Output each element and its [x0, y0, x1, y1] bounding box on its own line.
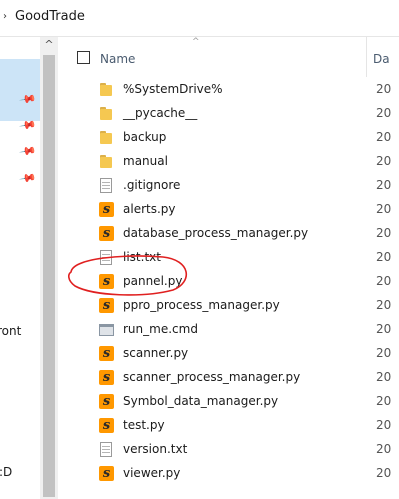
file-row[interactable]: s ppro_process_manager.py 20 — [58, 294, 399, 318]
file-date: 20 — [376, 298, 392, 312]
nav-scrollbar[interactable]: ^ — [40, 37, 58, 499]
file-row[interactable]: __pycache__ 20 — [58, 102, 399, 126]
file-name: .gitignore — [123, 178, 181, 192]
file-row[interactable]: %SystemDrive% 20 — [58, 78, 399, 102]
scroll-up-arrow-icon[interactable]: ^ — [40, 37, 58, 53]
breadcrumb-folder[interactable]: GoodTrade — [15, 9, 85, 24]
folder-icon — [98, 105, 114, 123]
python-file-icon: s — [98, 417, 114, 435]
file-name: test.py — [123, 418, 165, 432]
name-column-header[interactable]: Name — [100, 52, 135, 66]
pin-icon: 📌 — [18, 142, 38, 161]
file-name: ppro_process_manager.py — [123, 298, 280, 312]
file-row[interactable]: version.txt 20 — [58, 438, 399, 462]
file-date: 20 — [376, 466, 392, 480]
python-file-icon: s — [98, 273, 114, 291]
file-date: 20 — [376, 106, 392, 120]
file-name: backup — [123, 130, 167, 144]
file-date: 20 — [376, 178, 392, 192]
file-date: 20 — [376, 394, 392, 408]
file-name: database_process_manager.py — [123, 226, 309, 240]
python-file-icon: s — [98, 465, 114, 483]
sort-ascending-icon: ^ — [192, 37, 200, 47]
file-row[interactable]: s alerts.py 20 — [58, 198, 399, 222]
file-name: __pycache__ — [123, 106, 198, 120]
file-row[interactable]: s pannel.py 20 — [58, 270, 399, 294]
file-name: Symbol_data_manager.py — [123, 394, 279, 408]
file-row[interactable]: s scanner_process_manager.py 20 — [58, 366, 399, 390]
column-header-row: Name ^ Da — [58, 37, 399, 77]
file-row[interactable]: .gitignore 20 — [58, 174, 399, 198]
folder-icon — [98, 153, 114, 171]
nav-item-label[interactable]: :D — [0, 465, 12, 479]
text-file-icon — [98, 249, 114, 267]
folder-icon — [98, 129, 114, 147]
file-date: 20 — [376, 82, 392, 96]
date-column-header[interactable]: Da — [373, 52, 390, 66]
file-name: viewer.py — [123, 466, 181, 480]
python-file-icon: s — [98, 393, 114, 411]
python-file-icon: s — [98, 297, 114, 315]
file-date: 20 — [376, 226, 392, 240]
text-file-icon — [98, 177, 114, 195]
file-row[interactable]: s test.py 20 — [58, 414, 399, 438]
file-date: 20 — [376, 370, 392, 384]
file-row[interactable]: s Symbol_data_manager.py 20 — [58, 390, 399, 414]
file-date: 20 — [376, 274, 392, 288]
file-name: scanner_process_manager.py — [123, 370, 301, 384]
file-name: manual — [123, 154, 168, 168]
breadcrumb-chevron-icon[interactable]: › — [3, 11, 7, 22]
file-name: pannel.py — [123, 274, 183, 288]
pin-icon: 📌 — [18, 169, 38, 188]
nav-item-label[interactable]: ront — [0, 324, 21, 338]
scrollbar-thumb[interactable] — [43, 55, 55, 497]
cmd-file-icon — [98, 321, 114, 339]
python-file-icon: s — [98, 201, 114, 219]
file-name: scanner.py — [123, 346, 189, 360]
file-date: 20 — [376, 442, 392, 456]
breadcrumb: › GoodTrade — [0, 0, 399, 36]
file-row[interactable]: s scanner.py 20 — [58, 342, 399, 366]
file-row[interactable]: manual 20 — [58, 150, 399, 174]
file-date: 20 — [376, 130, 392, 144]
file-date: 20 — [376, 154, 392, 168]
file-row[interactable]: s viewer.py 20 — [58, 462, 399, 486]
file-date: 20 — [376, 322, 392, 336]
file-name: version.txt — [123, 442, 188, 456]
python-file-icon: s — [98, 345, 114, 363]
file-date: 20 — [376, 202, 392, 216]
file-date: 20 — [376, 346, 392, 360]
file-name: %SystemDrive% — [123, 82, 223, 96]
file-row[interactable]: s database_process_manager.py 20 — [58, 222, 399, 246]
folder-icon — [98, 81, 114, 99]
column-divider[interactable] — [366, 37, 367, 77]
file-row[interactable]: backup 20 — [58, 126, 399, 150]
file-list: Name ^ Da %SystemDrive% 20 __pycache__ 20 ba… — [58, 37, 399, 499]
file-name: run_me.cmd — [123, 322, 198, 336]
nav-selected-item[interactable] — [0, 59, 40, 121]
select-all-checkbox[interactable] — [77, 51, 90, 64]
file-date: 20 — [376, 250, 392, 264]
file-name: alerts.py — [123, 202, 176, 216]
python-file-icon: s — [98, 369, 114, 387]
file-row[interactable]: run_me.cmd 20 — [58, 318, 399, 342]
text-file-icon — [98, 441, 114, 459]
file-date: 20 — [376, 418, 392, 432]
file-row[interactable]: list.txt 20 — [58, 246, 399, 270]
file-name: list.txt — [123, 250, 161, 264]
python-file-icon: s — [98, 225, 114, 243]
